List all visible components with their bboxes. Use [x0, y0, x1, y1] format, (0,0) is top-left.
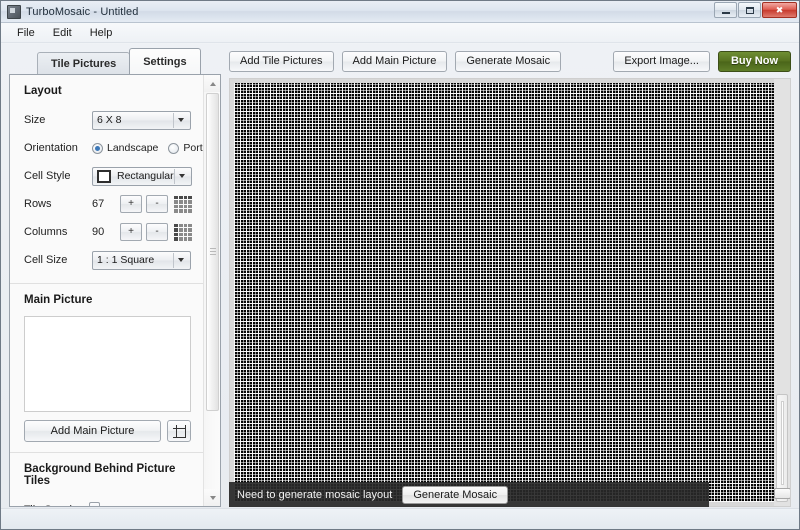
radio-selected-icon [92, 143, 103, 154]
toolbar: Add Tile Pictures Add Main Picture Gener… [229, 48, 791, 74]
size-dropdown[interactable]: 6 X 8 [92, 111, 191, 130]
buy-now-button[interactable]: Buy Now [718, 51, 791, 72]
size-row: Size 6 X 8 [24, 107, 191, 133]
mosaic-canvas[interactable] [229, 78, 791, 507]
bottom-strip [1, 508, 799, 529]
radio-unselected-icon [168, 143, 179, 154]
main-picture-actions: Add Main Picture [24, 420, 191, 442]
zoom-slider[interactable] [776, 394, 788, 502]
size-value: 6 X 8 [97, 114, 173, 126]
tile-spacing-label: Tile Spacing [24, 504, 92, 506]
tile-spacing-row: Tile Spacing [24, 497, 191, 506]
chevron-down-icon [173, 113, 188, 128]
slider-thumb[interactable] [89, 502, 100, 506]
close-button[interactable]: ✖ [762, 2, 797, 18]
background-section-title: Background Behind Picture Tiles [24, 463, 191, 487]
rows-row: Rows 67 + - [24, 191, 191, 217]
generate-mosaic-toolbar-button[interactable]: Generate Mosaic [455, 51, 561, 72]
add-main-picture-toolbar-button[interactable]: Add Main Picture [342, 51, 448, 72]
cell-size-label: Cell Size [24, 254, 92, 266]
status-message: Need to generate mosaic layout [237, 489, 392, 501]
close-icon: ✖ [776, 6, 784, 15]
orientation-portrait-label: Portrait [183, 142, 203, 154]
status-overlay: Need to generate mosaic layout Generate … [229, 482, 709, 507]
window-title: TurboMosaic - Untitled [26, 6, 138, 18]
maximize-icon [746, 7, 754, 14]
settings-panel: Layout Size 6 X 8 Orientation Landscape [9, 74, 221, 507]
cell-size-row: Cell Size 1 : 1 Square [24, 247, 191, 273]
layout-section-title: Layout [24, 85, 191, 97]
rows-grid-icon [174, 196, 192, 213]
crop-icon [173, 425, 186, 438]
cell-style-label: Cell Style [24, 170, 92, 182]
size-label: Size [24, 114, 92, 126]
crop-button[interactable] [167, 420, 191, 442]
columns-row: Columns 90 + - [24, 219, 191, 245]
settings-scrollbar[interactable] [203, 75, 220, 506]
columns-label: Columns [24, 226, 92, 238]
cell-style-dropdown[interactable]: Rectangular [92, 167, 192, 186]
title-bar: TurboMosaic - Untitled ✖ [1, 1, 799, 23]
menu-item-file[interactable]: File [9, 25, 43, 41]
cell-size-dropdown[interactable]: 1 : 1 Square [92, 251, 191, 270]
main-picture-section-title: Main Picture [24, 294, 191, 306]
canvas-right-rail [774, 79, 790, 506]
menu-item-help[interactable]: Help [82, 25, 121, 41]
orientation-radio-portrait[interactable]: Portrait [168, 142, 203, 154]
section-divider [10, 452, 203, 453]
scrollbar-thumb[interactable] [206, 93, 219, 411]
app-window: TurboMosaic - Untitled ✖ File Edit Help … [0, 0, 800, 530]
columns-value: 90 [92, 226, 120, 238]
rows-label: Rows [24, 198, 92, 210]
scroll-up-icon[interactable] [204, 75, 221, 92]
chevron-down-icon [174, 169, 189, 184]
orientation-radio-landscape[interactable]: Landscape [92, 142, 158, 154]
minimize-button[interactable] [714, 2, 737, 18]
rows-increment-button[interactable]: + [120, 195, 142, 213]
section-divider [10, 283, 203, 284]
tab-tile-pictures[interactable]: Tile Pictures [37, 52, 130, 74]
body-area: Tile Pictures Settings Layout Size 6 X 8 [1, 44, 799, 529]
scroll-down-icon[interactable] [204, 489, 221, 506]
columns-grid-icon [174, 224, 192, 241]
menu-bar: File Edit Help [1, 23, 799, 43]
app-logo-icon [7, 5, 21, 19]
maximize-button[interactable] [738, 2, 761, 18]
settings-scroll-area: Layout Size 6 X 8 Orientation Landscape [10, 75, 203, 506]
orientation-label: Orientation [24, 142, 92, 154]
add-main-picture-button[interactable]: Add Main Picture [24, 420, 161, 442]
cell-size-value: 1 : 1 Square [97, 254, 173, 266]
minimize-icon [722, 12, 730, 14]
cell-style-value: Rectangular [117, 170, 174, 182]
chevron-down-icon [173, 253, 188, 268]
export-image-button[interactable]: Export Image... [613, 51, 710, 72]
add-tile-pictures-button[interactable]: Add Tile Pictures [229, 51, 334, 72]
zoom-slider-thumb[interactable] [774, 488, 791, 499]
rectangle-shape-icon [97, 170, 111, 183]
tab-settings[interactable]: Settings [129, 48, 200, 74]
orientation-landscape-label: Landscape [107, 142, 158, 154]
left-panel: Tile Pictures Settings Layout Size 6 X 8 [9, 48, 221, 507]
tab-strip: Tile Pictures Settings [9, 48, 221, 74]
main-picture-preview[interactable] [24, 316, 191, 412]
window-controls: ✖ [714, 2, 797, 18]
zoom-slider-track [781, 401, 784, 485]
orientation-row: Orientation Landscape Portrait [24, 135, 191, 161]
menu-item-edit[interactable]: Edit [45, 25, 80, 41]
rows-decrement-button[interactable]: - [146, 195, 168, 213]
status-generate-mosaic-button[interactable]: Generate Mosaic [402, 486, 508, 504]
rows-value: 67 [92, 198, 120, 210]
columns-increment-button[interactable]: + [120, 223, 142, 241]
columns-decrement-button[interactable]: - [146, 223, 168, 241]
mosaic-grid-preview[interactable] [234, 83, 774, 502]
cell-style-row: Cell Style Rectangular [24, 163, 191, 189]
